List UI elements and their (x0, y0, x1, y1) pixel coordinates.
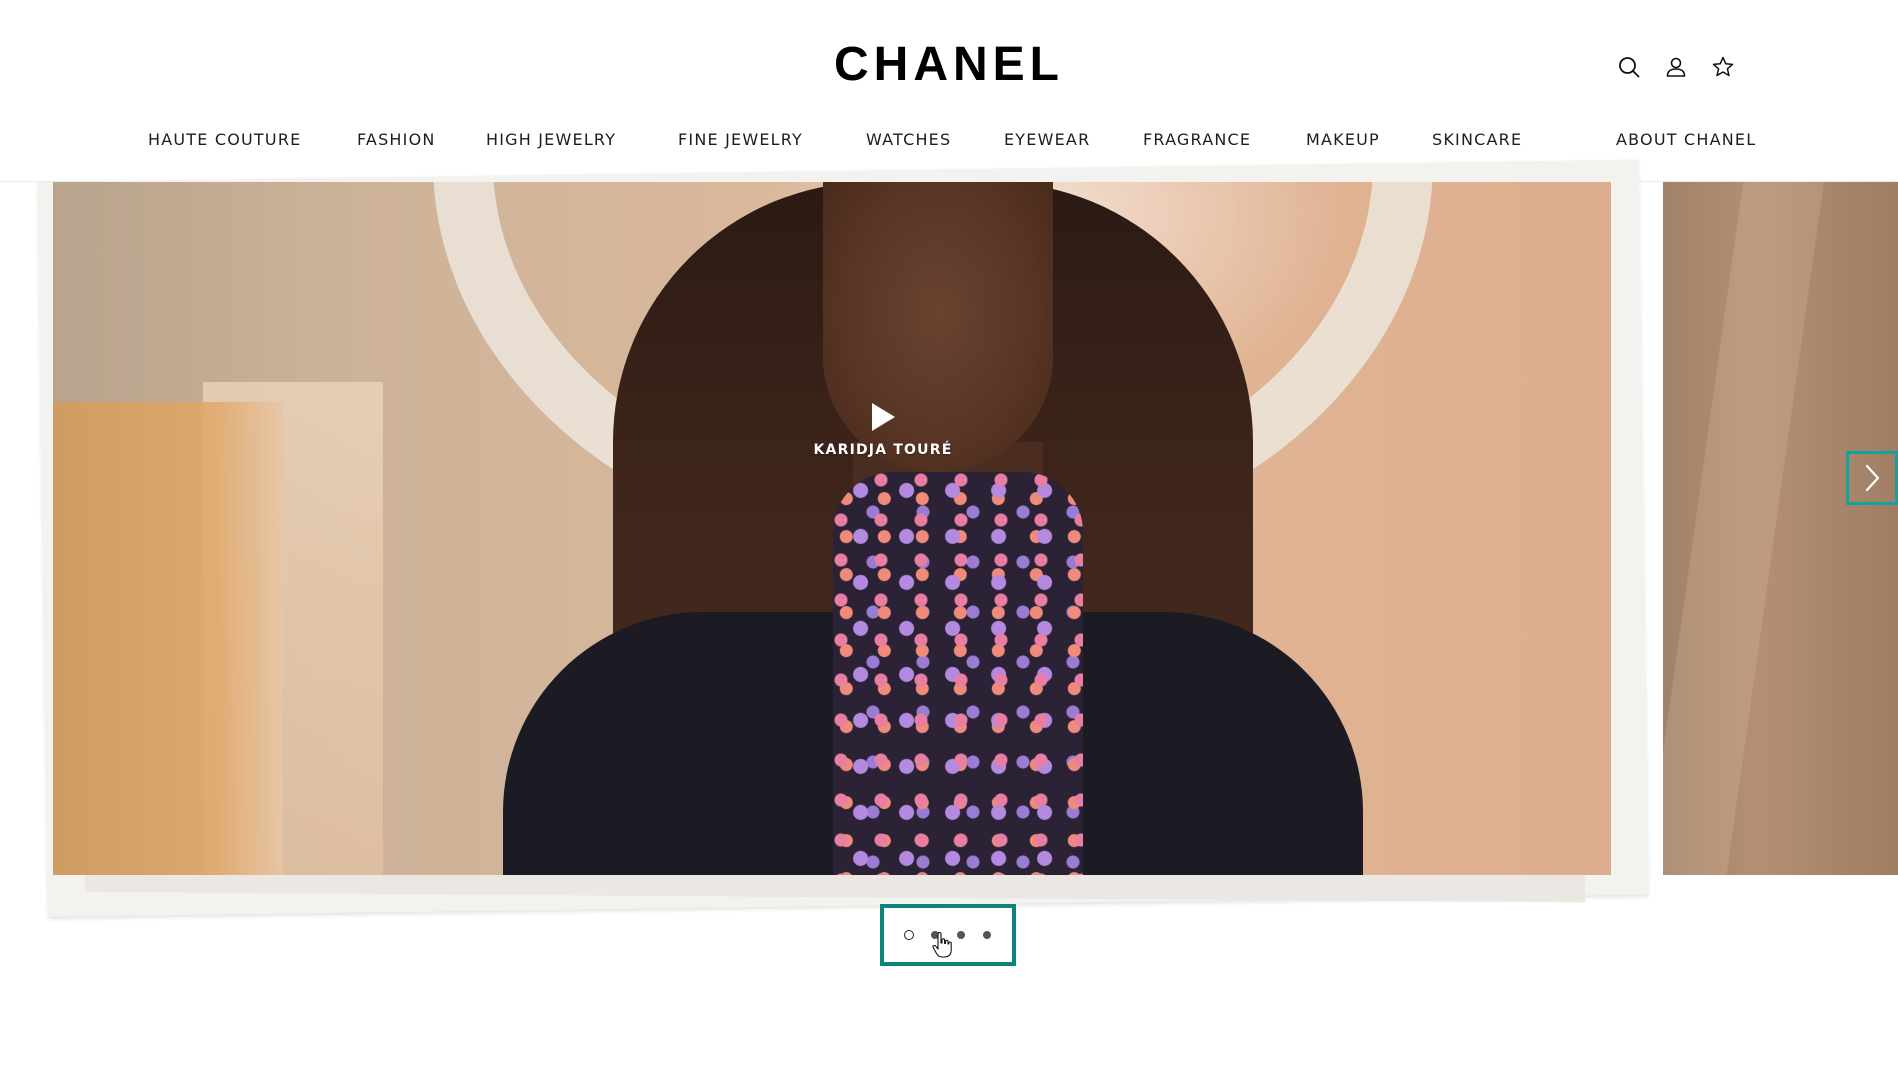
nav-fragrance[interactable]: FRAGRANCE (1143, 126, 1251, 154)
nav-skincare[interactable]: SKINCARE (1432, 126, 1522, 154)
video-play-button[interactable]: KARIDJA TOURÉ (753, 402, 1013, 482)
site-header: CHANEL HAUTE COUTURE FASHION HIGH JEWELR… (0, 0, 1898, 182)
nav-fine-jewelry[interactable]: FINE JEWELRY (678, 126, 803, 154)
nav-about-chanel[interactable]: ABOUT CHANEL (1616, 126, 1756, 154)
carousel-dot-2[interactable] (922, 922, 948, 948)
nav-fashion[interactable]: FASHION (357, 126, 436, 154)
nav-eyewear[interactable]: EYEWEAR (1004, 126, 1090, 154)
search-icon (1619, 57, 1640, 78)
play-icon (872, 403, 895, 431)
nav-haute-couture[interactable]: HAUTE COUTURE (148, 126, 301, 154)
page: CHANEL HAUTE COUTURE FASHION HIGH JEWELR… (0, 0, 1898, 1080)
chevron-right-icon (1865, 464, 1880, 492)
background-block (53, 402, 283, 875)
slide-caption: KARIDJA TOURÉ (813, 442, 953, 458)
star-icon (1712, 56, 1734, 77)
portrait-lace-top (833, 472, 1083, 875)
carousel-dot-3[interactable] (948, 922, 974, 948)
carousel-dot-1[interactable] (896, 922, 922, 948)
main-navigation: HAUTE COUTURE FASHION HIGH JEWELRY FINE … (0, 126, 1898, 154)
carousel-next-button[interactable] (1846, 451, 1898, 505)
carousel-slide-next[interactable] (1663, 182, 1898, 875)
nav-watches[interactable]: WATCHES (866, 126, 951, 154)
carousel-dot-4[interactable] (974, 922, 1000, 948)
carousel-pagination (880, 904, 1016, 966)
nav-makeup[interactable]: MAKEUP (1306, 126, 1380, 154)
background-streak (1663, 182, 1829, 875)
chanel-logo[interactable]: CHANEL (832, 40, 1066, 90)
search-button[interactable] (1614, 52, 1644, 82)
account-button[interactable] (1661, 52, 1691, 82)
nav-high-jewelry[interactable]: HIGH JEWELRY (486, 126, 616, 154)
user-icon (1666, 57, 1686, 77)
carousel-slide-current[interactable]: KARIDJA TOURÉ (53, 182, 1611, 875)
wishlist-button[interactable] (1708, 52, 1738, 82)
